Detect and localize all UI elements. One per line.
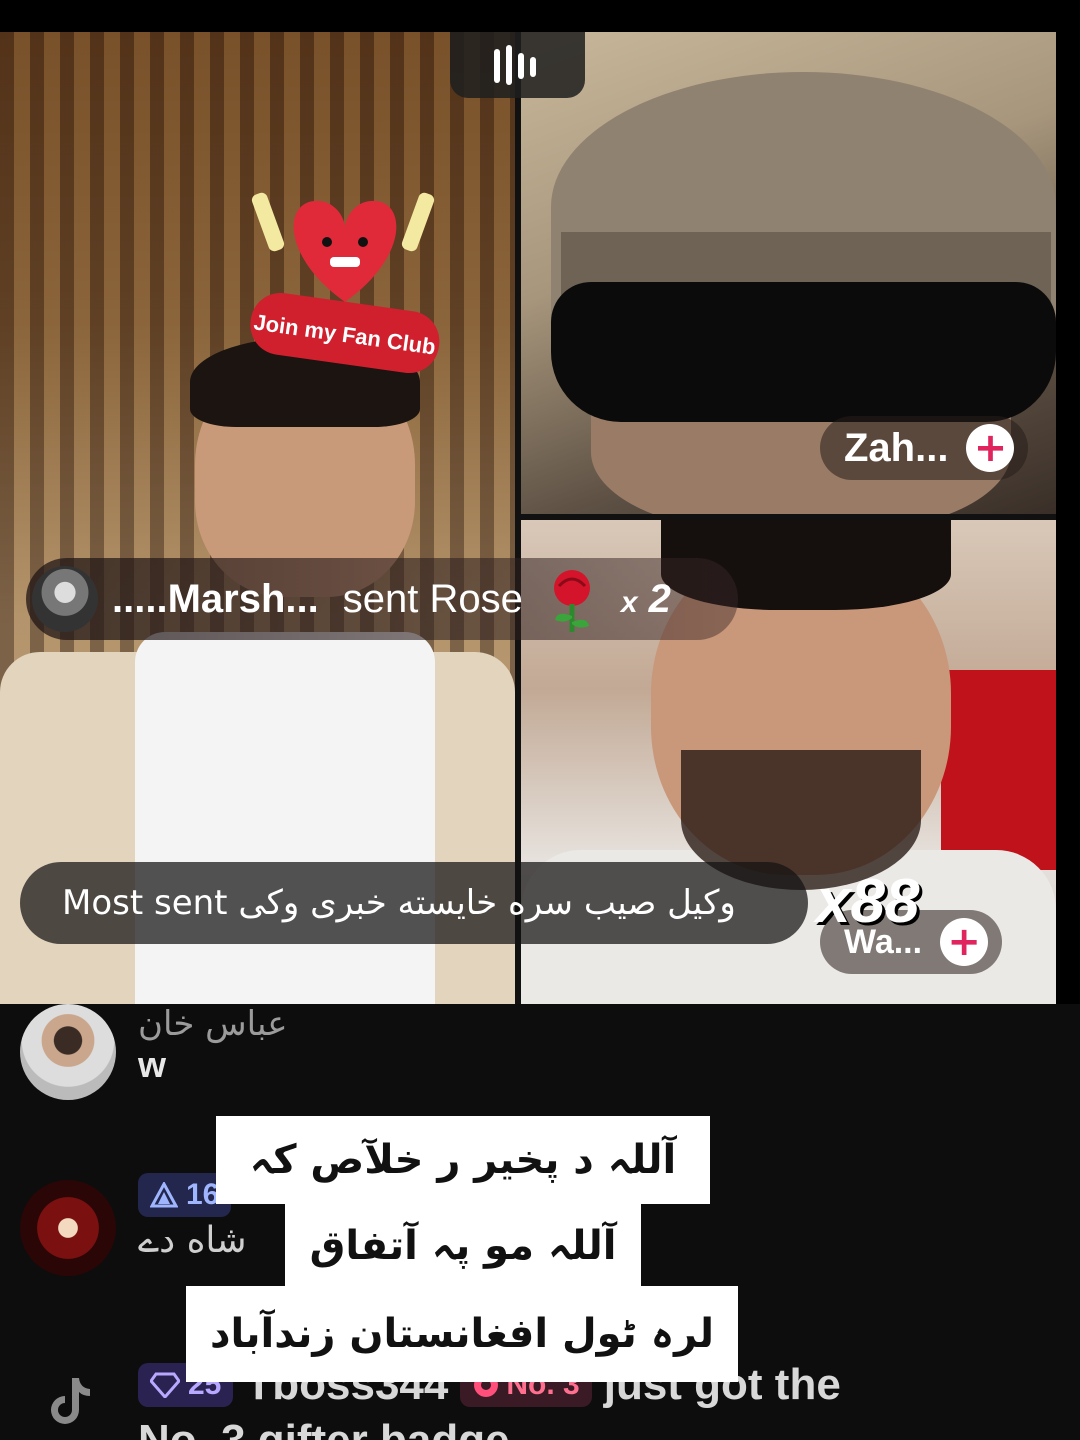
avatar[interactable] [20, 1004, 116, 1100]
fan-club-sticker[interactable]: Join my Fan Club [245, 152, 445, 392]
top-comment-text: Most sent وکیل صیب سره خایسته خبری وکی [62, 883, 736, 923]
chat-username[interactable]: عباس خان [138, 1004, 288, 1044]
audio-bars-icon [493, 45, 536, 85]
guest-name: Zah... [844, 425, 949, 470]
chat-text-continued: No. 3 gifter badge [138, 1416, 841, 1440]
avatar[interactable] [32, 566, 98, 632]
chat-message: 16 شاه دے [20, 1170, 247, 1276]
grid-layout-handle[interactable] [450, 32, 585, 98]
live-video-grid: Join my Fan Club [0, 32, 1056, 1004]
guest-sunglasses [551, 282, 1056, 422]
follow-plus-icon[interactable]: + [940, 918, 989, 966]
caption-line-2: آللہ مو پہ آتفاق [285, 1204, 641, 1288]
gift-banner: .....Marsh... sent Rose x 2 [26, 558, 738, 640]
guest-name-pill[interactable]: Zah... + [820, 416, 1029, 480]
diamond-level-icon [150, 1372, 180, 1398]
gaming-chair [941, 670, 1056, 870]
chat-text: شاه دے [138, 1220, 247, 1261]
caption-line-3: لرہ ٹول افغانستان زندآباد [186, 1286, 738, 1382]
gift-combo-counter: x88 [816, 867, 920, 936]
host-video[interactable]: Join my Fan Club [0, 32, 515, 1004]
caption-line-1: آللہ د پخیر ر خلآص کہ [216, 1116, 710, 1204]
tiktok-logo-icon [51, 1378, 90, 1424]
avatar[interactable] [20, 1180, 116, 1276]
triangle-level-icon [150, 1182, 178, 1208]
host-shirt [135, 632, 435, 1004]
rose-icon [553, 570, 590, 632]
top-comment-banner: Most sent وکیل صیب سره خایسته خبری وکی [20, 862, 808, 944]
gift-sender-name[interactable]: .....Marsh... [112, 577, 319, 622]
chat-message: عباس خان w [20, 1004, 288, 1100]
follow-plus-icon[interactable]: + [966, 424, 1015, 472]
gift-count: x 2 [620, 576, 671, 621]
chat-text: w [138, 1044, 167, 1085]
gift-action-text: sent Rose [342, 576, 523, 621]
